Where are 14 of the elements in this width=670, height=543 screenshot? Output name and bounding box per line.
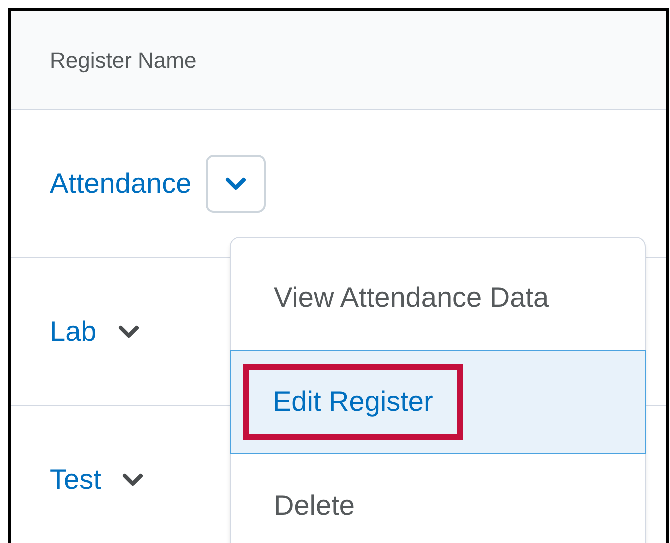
register-link[interactable]: Test bbox=[50, 458, 102, 500]
menu-item[interactable]: Edit Register bbox=[230, 350, 646, 454]
menu-item[interactable]: View Attendance Data bbox=[231, 246, 645, 350]
chevron-down-icon bbox=[118, 324, 140, 338]
register-link[interactable]: Lab bbox=[50, 310, 97, 352]
menu-item-label: Delete bbox=[274, 489, 355, 523]
column-header: Register Name bbox=[50, 46, 197, 75]
chevron-down-icon bbox=[224, 176, 247, 190]
menu-item[interactable]: Delete bbox=[231, 454, 645, 543]
menu-toggle-button[interactable] bbox=[206, 154, 266, 212]
menu-item-label: Edit Register bbox=[273, 385, 434, 419]
register-link[interactable]: Attendance bbox=[50, 162, 192, 204]
menu-item-label: View Attendance Data bbox=[274, 281, 550, 315]
chevron-down-icon bbox=[122, 472, 144, 486]
